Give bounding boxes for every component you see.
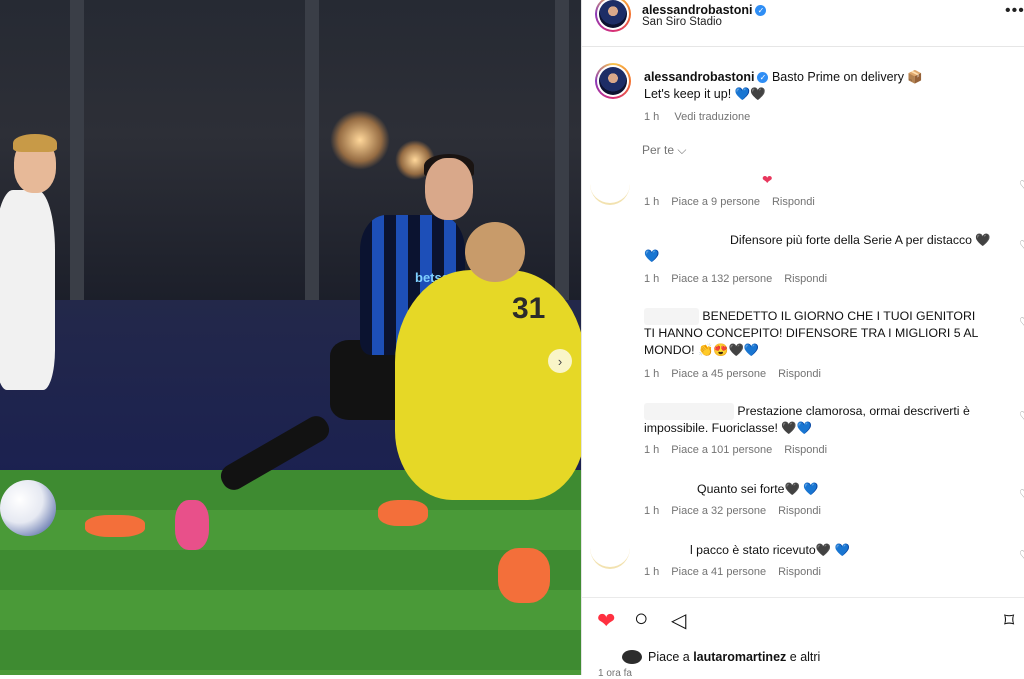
comment-time: 1 h — [644, 566, 660, 578]
comment-likes[interactable]: Piace a 132 persone — [671, 273, 772, 285]
comment-time: 1 h — [644, 368, 660, 380]
comment-text: Difensore più forte della Serie A per di… — [730, 233, 991, 247]
location-link[interactable]: San Siro Stadio — [642, 16, 722, 28]
share-icon[interactable]: ◁ — [671, 610, 686, 632]
like-comment-icon[interactable]: ♡ — [1019, 409, 1024, 423]
like-comment-icon[interactable]: ♡ — [1019, 548, 1024, 562]
liker-avatar[interactable] — [622, 650, 642, 664]
commenter-avatar[interactable] — [590, 527, 630, 569]
football — [0, 480, 56, 536]
comment-meta: 1 h Piace a 32 persone Rispondi — [644, 503, 989, 520]
stadium-beam — [305, 0, 319, 300]
post-header: alessandrobastoni ✓ San Siro Stadio ••• — [582, 0, 1024, 47]
verified-badge-icon: ✓ — [757, 72, 769, 83]
liked-by-user[interactable]: lautaromartinez — [693, 650, 786, 664]
save-bookmark-icon[interactable]: ⌑ — [1004, 610, 1014, 632]
comment-text: xxxxxxxx Prestazione clamorosa, ormai de… — [644, 403, 970, 435]
verified-badge-icon: ✓ — [755, 5, 767, 16]
caption-username[interactable]: alessandrobastoni — [644, 70, 754, 84]
opponent-hair — [13, 134, 57, 152]
comment-time: 1 h — [644, 196, 660, 208]
caption: alessandrobastoni ✓ Basto Prime on delive… — [644, 69, 1004, 126]
inter-player-shoe — [378, 500, 428, 526]
comment-meta: 1 h Piace a 41 persone Rispondi — [644, 564, 989, 581]
post-details-panel: alessandrobastoni ✓ San Siro Stadio ••• a… — [581, 0, 1024, 679]
pitch — [0, 470, 581, 675]
caption-text: Basto Prime on delivery 📦 — [771, 70, 923, 84]
post-time-ago: 1 ora fa — [598, 668, 632, 679]
comment-text: ❤ — [762, 173, 773, 187]
goalkeeper — [395, 270, 581, 500]
comment-text: l pacco è stato ricevuto🖤 💙 — [690, 543, 850, 557]
comment-icon[interactable]: ○ — [634, 607, 649, 631]
likes-summary[interactable]: Piace a lautaromartinez e altri — [648, 650, 820, 664]
comment-meta: 1 h Piace a 132 persone Rispondi — [644, 271, 989, 288]
post-actions-bar: ❤ ○ ◁ ⌑ Piace a lautaromartinez e altri … — [582, 597, 1024, 679]
reply-button[interactable]: Rispondi — [784, 444, 827, 456]
opponent-shoe — [85, 515, 145, 537]
caption-text-line2: Let's keep it up! 💙🖤 — [644, 87, 766, 101]
comment-likes[interactable]: Piace a 45 persone — [671, 368, 766, 380]
stadium-light — [330, 110, 390, 170]
comment-text-line2: 💙 — [644, 249, 660, 263]
next-photo-button[interactable]: › — [548, 349, 572, 373]
goalkeeper-head — [465, 222, 525, 282]
opponent-player — [0, 190, 55, 390]
inter-player-shoe — [175, 500, 209, 550]
comment-time: 1 h — [644, 444, 660, 456]
commenter-avatar[interactable] — [590, 163, 630, 205]
more-options-icon[interactable]: ••• — [1005, 2, 1024, 20]
like-comment-icon[interactable]: ♡ — [1019, 487, 1024, 501]
stadium-beam — [555, 0, 569, 300]
avatar[interactable] — [595, 0, 631, 32]
comment-sort-dropdown[interactable]: Per te ⌵ — [642, 143, 686, 158]
reply-button[interactable]: Rispondi — [778, 505, 821, 517]
reply-button[interactable]: Rispondi — [778, 368, 821, 380]
reply-button[interactable]: Rispondi — [778, 566, 821, 578]
comment-time: 1 h — [644, 505, 660, 517]
goalkeeper-shoe — [498, 548, 550, 603]
header-username[interactable]: alessandrobastoni — [642, 3, 752, 17]
like-comment-icon[interactable]: ♡ — [1019, 315, 1024, 329]
inter-player-head — [425, 158, 473, 220]
comment-likes[interactable]: Piace a 41 persone — [671, 566, 766, 578]
comment-likes[interactable]: Piace a 101 persone — [671, 444, 772, 456]
caption-time: 1 h — [644, 111, 660, 123]
like-heart-icon[interactable]: ❤ — [597, 610, 615, 632]
like-comment-icon[interactable]: ♡ — [1019, 238, 1024, 252]
stadium-beam — [70, 0, 84, 300]
goalkeeper-number: 31 — [512, 292, 546, 325]
like-comment-icon[interactable]: ♡ — [1019, 178, 1024, 192]
comment-text: xxxxx BENEDETTO IL GIORNO CHE I TUOI GEN… — [644, 308, 978, 357]
see-translation-link[interactable]: Vedi traduzione — [674, 111, 750, 123]
comment-likes[interactable]: Piace a 9 persone — [671, 196, 760, 208]
comment-meta: 1 h Piace a 9 persone Rispondi — [644, 194, 989, 211]
comment-meta: 1 h Piace a 101 persone Rispondi — [644, 442, 989, 459]
comment-time: 1 h — [644, 273, 660, 285]
comment-meta: 1 h Piace a 45 persone Rispondi — [644, 366, 989, 383]
comment-likes[interactable]: Piace a 32 persone — [671, 505, 766, 517]
comment-text: Quanto sei forte🖤 💙 — [697, 482, 819, 496]
reply-button[interactable]: Rispondi — [772, 196, 815, 208]
post-photo[interactable]: betsson 31 › — [0, 0, 581, 675]
caption-avatar[interactable] — [595, 63, 631, 99]
reply-button[interactable]: Rispondi — [784, 273, 827, 285]
